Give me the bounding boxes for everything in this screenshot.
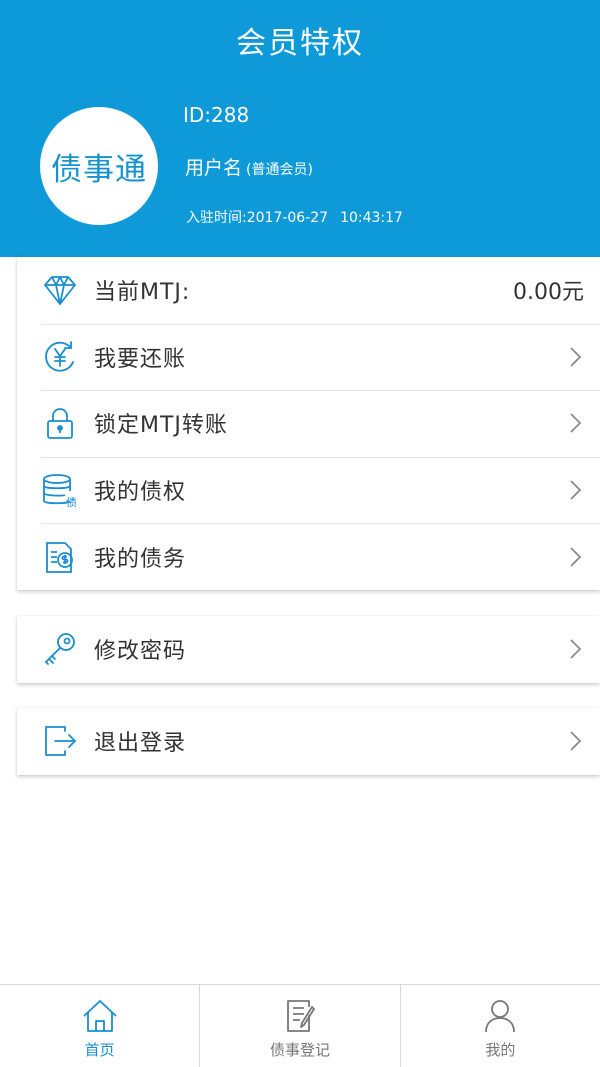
page-title: 会员特权 xyxy=(236,26,364,61)
bottom-tab-bar: 首页 债事登记 我的 xyxy=(0,984,600,1067)
avatar[interactable]: 债事通 xyxy=(40,107,158,225)
chevron-right-icon xyxy=(570,639,582,659)
account-menu-card: 当前MTJ: 0.00元 我要还账 锁定MTJ转账 债 我的债权 我的债务 xyxy=(17,257,600,590)
menu-item-label: 我的债务 xyxy=(94,546,187,572)
chevron-right-icon xyxy=(570,547,582,567)
chevron-right-icon xyxy=(570,731,582,751)
menu-item-logout[interactable]: 退出登录 xyxy=(17,708,600,775)
menu-item-lock-transfer[interactable]: 锁定MTJ转账 xyxy=(17,390,600,457)
tab-mine[interactable]: 我的 xyxy=(399,985,600,1067)
balance-row: 当前MTJ: 0.00元 xyxy=(17,257,600,324)
menu-item-label: 我要还账 xyxy=(94,346,187,372)
document-dollar-icon xyxy=(41,538,79,576)
user-id: ID:288 xyxy=(183,103,250,127)
edit-document-icon xyxy=(287,1000,315,1032)
menu-item-label: 我的债权 xyxy=(94,480,187,506)
tab-debt-register[interactable]: 债事登记 xyxy=(199,985,399,1067)
menu-item-my-debts[interactable]: 我的债务 xyxy=(17,523,600,590)
tab-label: 我的 xyxy=(485,1041,516,1059)
user-icon xyxy=(485,1000,516,1033)
username: 用户名 xyxy=(185,157,243,179)
svg-text:债: 债 xyxy=(66,495,77,509)
menu-item-label: 锁定MTJ转账 xyxy=(94,413,228,439)
tab-home[interactable]: 首页 xyxy=(0,985,199,1067)
menu-item-repay[interactable]: 我要还账 xyxy=(17,323,600,391)
menu-item-label: 修改密码 xyxy=(94,639,187,665)
key-icon xyxy=(41,630,79,668)
profile-header: 会员特权 债事通 ID:288 用户名 (普通会员) 入驻时间:2017-06-2… xyxy=(0,0,600,257)
balance-label: 当前MTJ: xyxy=(94,280,191,306)
tab-label: 首页 xyxy=(84,1041,115,1059)
balance-value: 0.00元 xyxy=(513,280,584,306)
join-date: 入驻时间:2017-06-27 xyxy=(186,210,329,226)
yen-cycle-icon xyxy=(41,338,79,376)
chevron-right-icon xyxy=(570,480,582,500)
lock-icon xyxy=(41,404,79,442)
logout-icon xyxy=(41,722,79,760)
member-level: (普通会员) xyxy=(246,162,313,178)
join-time: 入驻时间:2017-06-27 10:43:17 xyxy=(186,207,403,227)
menu-item-change-password[interactable]: 修改密码 xyxy=(17,616,600,683)
username-line: 用户名 (普通会员) xyxy=(185,153,313,180)
logout-card: 退出登录 xyxy=(17,708,600,775)
password-card: 修改密码 xyxy=(17,616,600,683)
diamond-icon xyxy=(41,271,79,309)
tab-label: 债事登记 xyxy=(269,1041,330,1059)
home-icon xyxy=(83,1000,117,1032)
database-debt-icon: 债 xyxy=(41,471,79,509)
avatar-logo-text: 债事通 xyxy=(51,151,147,188)
chevron-right-icon xyxy=(570,413,582,434)
menu-item-my-claims[interactable]: 债 我的债权 xyxy=(17,456,600,524)
join-clock: 10:43:17 xyxy=(340,210,403,226)
chevron-right-icon xyxy=(570,347,582,367)
menu-item-label: 退出登录 xyxy=(94,731,187,757)
